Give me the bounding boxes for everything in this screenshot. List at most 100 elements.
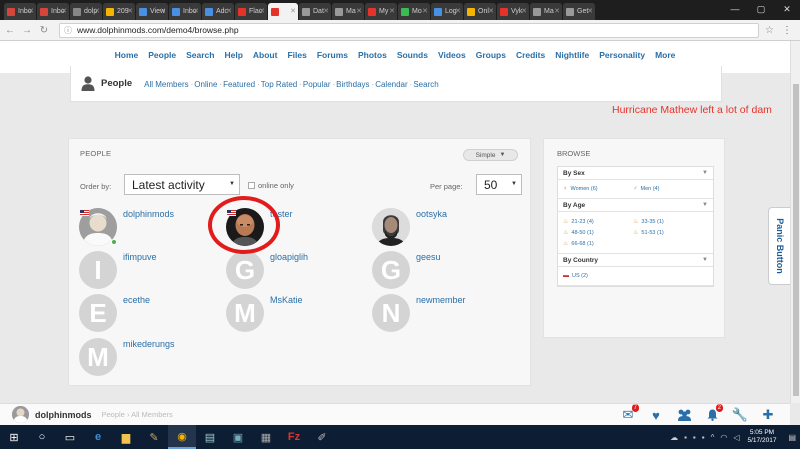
browse-filter-link[interactable]: ♨ 33-35 (1) [633,218,703,226]
member-card[interactable]: Mmikederungs [79,338,175,376]
tab-close-icon[interactable]: ✕ [290,7,296,15]
edge-browser-icon[interactable]: e [84,425,112,449]
browser-tab[interactable]: Flac ✕ [235,3,267,20]
tab-close-icon[interactable]: ✕ [127,7,133,15]
volume-icon[interactable]: ◁ [733,433,739,442]
browser-tab[interactable]: ✕ [268,3,298,20]
file-explorer-icon[interactable]: ▆ [112,425,140,449]
bookmark-star-icon[interactable]: ☆ [765,25,774,36]
avatar[interactable]: M [79,338,117,376]
browse-section-header[interactable]: By Age ▼ [558,199,713,212]
app-icon[interactable]: ▦ [252,425,280,449]
member-card[interactable]: ootsyka [372,208,447,246]
browser-tab[interactable]: View ✕ [136,3,168,20]
app-icon[interactable]: ▣ [224,425,252,449]
notifications-bell-icon[interactable]: 2 [698,404,726,423]
member-name-link[interactable]: ecethe [123,295,150,305]
browser-tab[interactable]: Ma ✕ [332,3,364,20]
browser-tab[interactable]: Ma ✕ [530,3,562,20]
people-link-online[interactable]: Online [194,80,217,89]
page-scrollbar[interactable] [790,41,800,403]
reload-icon[interactable]: ↻ [37,25,51,36]
nav-item-about[interactable]: About [253,45,278,60]
member-card[interactable]: Nnewmember [372,294,466,332]
avatar[interactable]: G [372,251,410,289]
browser-tab[interactable]: 209 ✕ [103,3,135,20]
browse-filter-link[interactable]: ▬ US (2) [563,273,633,279]
nav-item-forums[interactable]: Forums [317,45,348,60]
browse-filter-link[interactable]: ♨ 21-23 (4) [563,218,633,226]
tray-app-icon[interactable]: ▪ [693,433,696,442]
avatar[interactable]: E [79,294,117,332]
browser-tab[interactable]: My ✕ [365,3,397,20]
browser-tab[interactable]: Dat ✕ [299,3,331,20]
collapse-triangle-icon[interactable]: ▼ [702,202,708,208]
tab-close-icon[interactable]: ✕ [226,7,232,15]
app-icon[interactable]: ✎ [140,425,168,449]
nav-item-sounds[interactable]: Sounds [397,45,428,60]
tab-close-icon[interactable]: ✕ [193,7,199,15]
tray-app-icon[interactable]: ▪ [684,433,687,442]
nav-item-files[interactable]: Files [287,45,306,60]
minimize-icon[interactable]: — [722,0,748,18]
checkbox-box[interactable] [248,182,255,189]
member-name-link[interactable]: mikederungs [123,339,175,349]
nav-item-nightlife[interactable]: Nightlife [555,45,589,60]
breadcrumb-item[interactable]: All Members [131,410,173,419]
tab-close-icon[interactable]: ✕ [455,7,461,15]
tab-close-icon[interactable]: ✕ [61,7,67,15]
taskbar-clock[interactable]: 5:05 PM 5/17/2017 [748,429,777,445]
collapse-triangle-icon[interactable]: ▼ [702,257,708,263]
nav-item-photos[interactable]: Photos [358,45,387,60]
per-page-select[interactable]: 50 ▼ [476,174,522,195]
add-plus-icon[interactable]: ✚ [754,407,782,423]
chrome-icon[interactable]: ◉ [168,425,196,449]
browser-tab[interactable]: Inbo ✕ [4,3,36,20]
heart-icon[interactable]: ♥ [642,407,670,423]
tab-close-icon[interactable]: ✕ [389,7,395,15]
tab-close-icon[interactable]: ✕ [587,7,593,15]
member-name-link[interactable]: MsKatie [270,295,303,305]
network-icon[interactable]: ◠ [720,433,727,442]
tab-close-icon[interactable]: ✕ [521,7,527,15]
tab-close-icon[interactable]: ✕ [488,7,494,15]
search-circle-icon[interactable]: ○ [28,425,56,449]
tray-app-icon[interactable]: ▪ [702,433,705,442]
panic-button[interactable]: Panic Button [768,207,790,285]
browser-tab[interactable]: Log ✕ [431,3,463,20]
tab-close-icon[interactable]: ✕ [160,7,166,15]
member-card[interactable]: Ggloapiglih [226,251,308,289]
nav-item-credits[interactable]: Credits [516,45,545,60]
member-name-link[interactable]: dolphinmods [123,209,174,219]
url-input[interactable]: ⓘ www.dolphinmods.com/demo4/browse.php [59,22,759,38]
member-card[interactable]: Eecethe [79,294,150,332]
tab-close-icon[interactable]: ✕ [259,7,265,15]
filezilla-icon[interactable]: Fz [280,425,308,449]
member-name-link[interactable]: geesu [416,252,441,262]
view-mode-button[interactable]: Simple ▼ [463,149,518,161]
action-center-icon[interactable]: ▤ [788,433,796,442]
member-name-link[interactable]: ifimpuve [123,252,157,262]
cloud-icon[interactable]: ☁ [670,433,678,442]
account-username[interactable]: dolphinmods [35,410,92,420]
avatar[interactable] [12,406,29,423]
browser-tab[interactable]: Vyk ✕ [497,3,529,20]
maximize-icon[interactable]: ▢ [748,0,774,18]
member-card[interactable]: Iifimpuve [79,251,157,289]
friends-icon[interactable] [670,407,698,423]
browse-filter-link[interactable]: ♨ 51-53 (1) [633,229,703,237]
people-link-birthdays[interactable]: Birthdays [336,80,369,89]
people-link-all-members[interactable]: All Members [144,80,188,89]
member-card[interactable]: M MsKatie [226,294,303,332]
member-name-link[interactable]: newmember [416,295,466,305]
browser-tab[interactable]: Adc ✕ [202,3,234,20]
people-link-calendar[interactable]: Calendar [375,80,407,89]
forward-icon[interactable]: → [20,25,34,36]
member-card[interactable]: Ggeesu [372,251,441,289]
mail-icon[interactable]: ✉ 7 [614,404,642,423]
close-window-icon[interactable]: ✕ [774,0,800,18]
tab-close-icon[interactable]: ✕ [323,7,329,15]
windows-start-icon[interactable]: ⊞ [0,425,28,449]
tab-close-icon[interactable]: ✕ [554,7,560,15]
avatar[interactable]: G [226,251,264,289]
